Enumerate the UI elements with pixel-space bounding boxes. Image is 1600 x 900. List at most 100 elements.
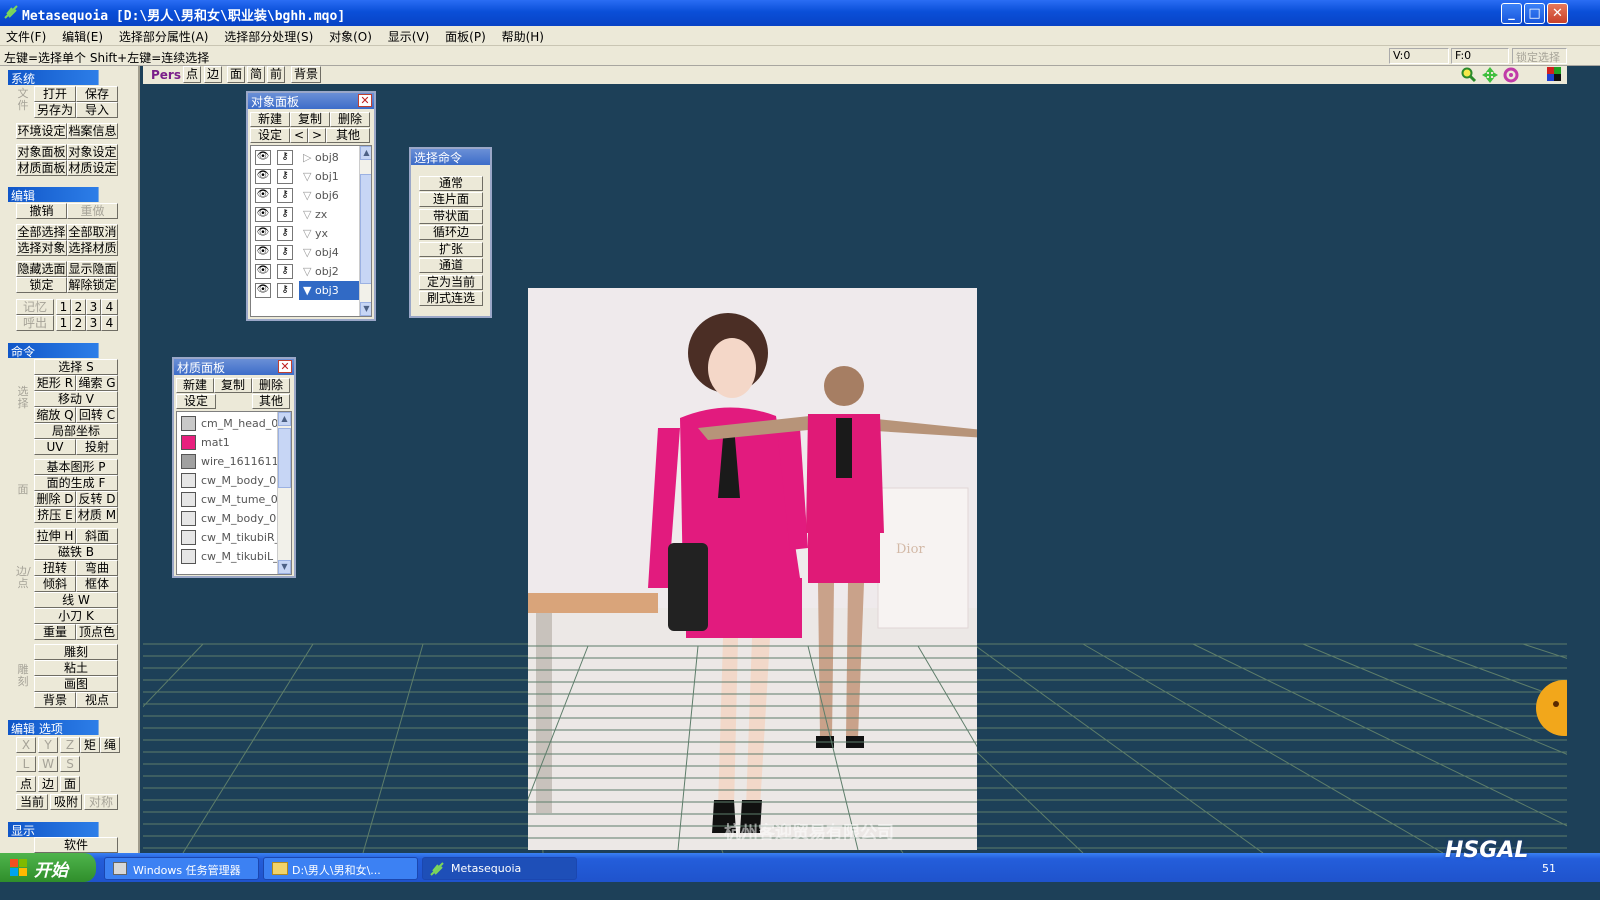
list-item[interactable]: cw_M_tikubiR_0 bbox=[177, 528, 287, 547]
recall-slot-4[interactable]: 4 bbox=[101, 315, 118, 331]
import-button[interactable]: 导入 bbox=[76, 102, 118, 118]
maximize-button[interactable]: □ bbox=[1524, 3, 1545, 24]
visibility-eye-icon[interactable]: 👁 bbox=[255, 245, 271, 260]
mat-delete-button[interactable]: 删除 bbox=[252, 378, 290, 393]
collapsed-icon[interactable]: ▷ bbox=[303, 151, 311, 164]
bend-tool-button[interactable]: 弯曲 bbox=[76, 560, 118, 576]
save-button[interactable]: 保存 bbox=[76, 86, 118, 102]
rotate-view-icon[interactable] bbox=[1503, 67, 1519, 83]
start-button[interactable]: 开始 bbox=[0, 853, 96, 882]
knife-tool-button[interactable]: 小刀 K bbox=[34, 608, 118, 624]
material-swatch[interactable] bbox=[181, 530, 196, 545]
scroll-thumb[interactable] bbox=[278, 428, 291, 488]
obj-other-button[interactable]: 其他 bbox=[326, 128, 370, 143]
zoom-icon[interactable] bbox=[1461, 67, 1477, 83]
lean-tool-button[interactable]: 倾斜 bbox=[34, 576, 76, 592]
list-item[interactable]: cm_M_head_04 bbox=[177, 414, 285, 433]
material-list[interactable]: cm_M_head_04 mat1 wire_16116116 cw_M_bod… bbox=[176, 411, 292, 575]
selected-object-row[interactable]: ▼ obj3 bbox=[299, 281, 359, 300]
select-all-button[interactable]: 全部选择 bbox=[16, 224, 67, 240]
paint-tool-button[interactable]: 画图 bbox=[34, 676, 118, 692]
list-item[interactable]: mat1 bbox=[177, 433, 277, 452]
expanded-icon[interactable]: ▽ bbox=[303, 170, 311, 183]
deselect-all-button[interactable]: 全部取消 bbox=[67, 224, 118, 240]
list-item[interactable]: 👁 ⚷ ▽ zx bbox=[251, 205, 359, 224]
viewpoint-button[interactable]: 视点 bbox=[76, 692, 118, 708]
doc-info-button[interactable]: 档案信息 bbox=[67, 123, 118, 139]
expanded-icon[interactable]: ▽ bbox=[303, 227, 311, 240]
expanded-icon[interactable]: ▽ bbox=[303, 246, 311, 259]
list-item[interactable]: 👁 ⚷ ▽ obj1 bbox=[251, 167, 359, 186]
lock-key-icon[interactable]: ⚷ bbox=[277, 283, 293, 298]
expanded-icon[interactable]: ▼ bbox=[303, 284, 315, 297]
twist-tool-button[interactable]: 扭转 bbox=[34, 560, 76, 576]
axis-y-toggle[interactable]: Y bbox=[38, 737, 58, 753]
rect-tool-button[interactable]: 矩形 R bbox=[34, 375, 76, 391]
background-button[interactable]: 背景 bbox=[34, 692, 76, 708]
sel-set-current-button[interactable]: 定为当前 bbox=[419, 275, 483, 290]
menu-sel-proc[interactable]: 选择部分处理(S) bbox=[218, 26, 319, 45]
layout-icon[interactable] bbox=[1547, 67, 1561, 81]
object-panel-close-icon[interactable]: ✕ bbox=[358, 94, 372, 107]
sel-connected-button[interactable]: 连片面 bbox=[419, 192, 483, 207]
obj-prev-button[interactable]: < bbox=[290, 128, 308, 143]
menu-panel[interactable]: 面板(P) bbox=[439, 26, 492, 45]
sel-normal-button[interactable]: 通常 bbox=[419, 176, 483, 191]
list-item[interactable]: cw_M_tume_00 bbox=[177, 490, 285, 509]
section-system[interactable]: 系统 bbox=[8, 70, 128, 85]
obj-settings-button[interactable]: 设定 bbox=[250, 128, 290, 143]
section-display[interactable]: 显示 bbox=[8, 822, 128, 837]
face-gen-button[interactable]: 面的生成 F bbox=[34, 475, 118, 491]
list-item[interactable]: 👁 ⚷ ▽ obj2 bbox=[251, 262, 359, 281]
section-command[interactable]: 命令 bbox=[8, 343, 128, 358]
section-edit[interactable]: 编辑 bbox=[8, 187, 128, 202]
lock-key-icon[interactable]: ⚷ bbox=[277, 169, 293, 184]
lock-key-icon[interactable]: ⚷ bbox=[277, 188, 293, 203]
list-item[interactable]: wire_16116116 bbox=[177, 452, 286, 471]
material-swatch[interactable] bbox=[181, 473, 196, 488]
local-coord-button[interactable]: 局部坐标 bbox=[34, 423, 118, 439]
hide-selected-button[interactable]: 隐藏选面 bbox=[16, 261, 67, 277]
sculpt-tool-button[interactable]: 雕刻 bbox=[34, 644, 118, 660]
obj-delete-button[interactable]: 删除 bbox=[330, 112, 370, 127]
material-tool-button[interactable]: 材质 M bbox=[76, 507, 118, 523]
scroll-down-icon[interactable]: ▼ bbox=[278, 560, 291, 574]
object-panel-header[interactable]: 对象面板 ✕ bbox=[248, 93, 374, 109]
axis-z-toggle[interactable]: Z bbox=[60, 737, 80, 753]
list-item[interactable]: 👁 ⚷ ▷ obj8 bbox=[251, 148, 359, 167]
list-item[interactable]: cw_M_body_00 bbox=[177, 509, 283, 528]
view-face-toggle[interactable]: 面 bbox=[227, 66, 245, 83]
mat-other-button[interactable]: 其他 bbox=[252, 394, 290, 409]
taskbar-task-manager[interactable]: Windows 任务管理器 bbox=[104, 857, 259, 880]
object-list[interactable]: 👁 ⚷ ▷ obj8 👁 ⚷ ▽ obj1 👁 ⚷ ▽ obj6 👁 ⚷ ▽ z… bbox=[250, 145, 372, 317]
obj-next-button[interactable]: > bbox=[308, 128, 326, 143]
view-edge-toggle[interactable]: 边 bbox=[204, 66, 222, 83]
current-toggle[interactable]: 当前 bbox=[16, 794, 48, 810]
expanded-icon[interactable]: ▽ bbox=[303, 208, 311, 221]
axis-x-toggle[interactable]: X bbox=[16, 737, 36, 753]
list-item[interactable]: 👁 ⚷ ▽ obj6 bbox=[251, 186, 359, 205]
symmetry-toggle[interactable]: 对称 bbox=[84, 794, 118, 810]
view-simple-toggle[interactable]: 简 bbox=[247, 66, 265, 83]
scroll-down-icon[interactable]: ▼ bbox=[360, 302, 371, 316]
screen-s-toggle[interactable]: S bbox=[60, 756, 80, 772]
material-list-scrollbar[interactable]: ▲ ▼ bbox=[277, 412, 291, 574]
move-tool-button[interactable]: 移动 V bbox=[34, 391, 118, 407]
material-swatch[interactable] bbox=[181, 549, 196, 564]
mat-new-button[interactable]: 新建 bbox=[176, 378, 214, 393]
memo-slot-2[interactable]: 2 bbox=[71, 299, 86, 315]
bevel-tool-button[interactable]: 斜面 bbox=[76, 528, 118, 544]
open-button[interactable]: 打开 bbox=[34, 86, 76, 102]
memo-button[interactable]: 记忆 bbox=[16, 299, 54, 315]
section-edit-options[interactable]: 编辑 选项 bbox=[8, 720, 128, 735]
menu-view[interactable]: 显示(V) bbox=[382, 26, 436, 45]
recall-button[interactable]: 呼出 bbox=[16, 315, 54, 331]
scroll-up-icon[interactable]: ▲ bbox=[278, 412, 291, 426]
list-item[interactable]: cw_M_tikubiL_0 bbox=[177, 547, 286, 566]
object-list-scrollbar[interactable]: ▲ ▼ bbox=[359, 146, 371, 316]
obj-new-button[interactable]: 新建 bbox=[250, 112, 290, 127]
expanded-icon[interactable]: ▽ bbox=[303, 189, 311, 202]
object-settings-button[interactable]: 对象设定 bbox=[67, 144, 118, 160]
lock-key-icon[interactable]: ⚷ bbox=[277, 264, 293, 279]
point-mode-toggle[interactable]: 点 bbox=[16, 776, 36, 792]
